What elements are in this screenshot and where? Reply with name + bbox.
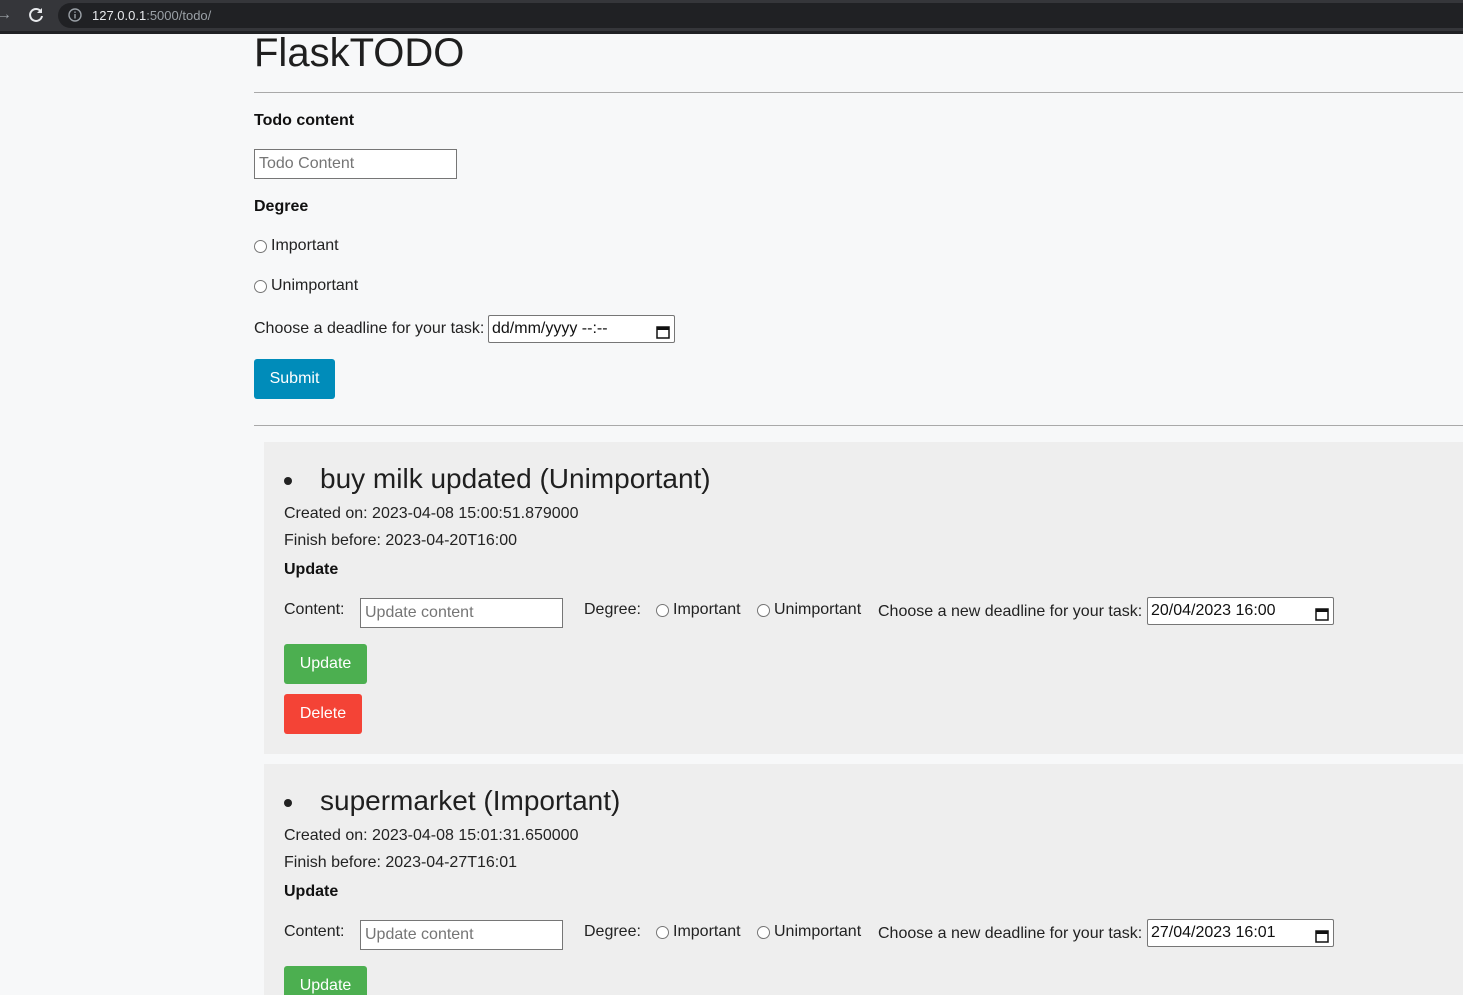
created-on: Created on: 2023-04-08 15:00:51.879000 [284,505,579,522]
update-content-input[interactable] [360,920,563,950]
important-radio-label: Important [673,923,741,940]
todo-title: buy milk updated (Unimportant) [320,463,711,494]
finish-before: Finish before: 2023-04-20T16:00 [284,532,518,549]
delete-button[interactable]: Delete [284,694,362,734]
degree-label: Degree: [584,923,641,940]
header-divider [254,92,1463,93]
form-divider [254,425,1463,426]
unimportant-radio-label: Unimportant [774,923,862,940]
update-heading: Update [284,561,339,578]
site-info-icon[interactable] [68,8,82,22]
browser-toolbar: → 127.0.0.1:5000/todo/ [0,0,1463,31]
deadline-input-value: dd/mm/yyyy --:-- [492,320,608,337]
important-radio[interactable] [656,603,669,617]
calendar-icon[interactable] [1315,604,1329,621]
new-deadline-input[interactable]: 27/04/2023 16:01 [1147,919,1334,947]
degree-option-important[interactable]: Important [656,601,741,619]
update-content-input[interactable] [360,598,563,628]
new-deadline-value: 27/04/2023 16:01 [1151,924,1276,941]
created-on: Created on: 2023-04-08 15:01:31.650000 [284,827,579,844]
calendar-icon[interactable] [656,322,670,339]
unimportant-radio[interactable] [254,279,267,293]
bullet-icon [284,799,292,807]
new-deadline-value: 20/04/2023 16:00 [1151,602,1276,619]
degree-option-unimportant[interactable]: Unimportant [757,601,861,619]
degree-label: Degree: [584,601,641,618]
degree-option-unimportant[interactable]: Unimportant [757,923,861,941]
todo-item-2: supermarket (Important) Created on: 2023… [264,764,1463,995]
important-radio-label: Important [271,237,339,254]
url-path: :5000/todo/ [146,8,212,23]
new-deadline-label: Choose a new deadline for your task: [878,603,1143,620]
new-deadline-label: Choose a new deadline for your task: [878,925,1143,942]
todo-content-input[interactable] [254,149,457,179]
toolbar-divider [0,31,1463,34]
deadline-input[interactable]: dd/mm/yyyy --:-- [488,315,675,343]
unimportant-radio[interactable] [757,603,770,617]
important-radio-label: Important [673,601,741,618]
degree-option-unimportant[interactable]: Unimportant [254,277,358,295]
important-radio[interactable] [656,925,669,939]
update-heading: Update [284,883,339,900]
url-host: 127.0.0.1 [92,8,147,23]
reload-icon[interactable] [26,5,46,25]
content-label: Content: [284,923,345,940]
content-label: Content: [284,601,345,618]
unimportant-radio[interactable] [757,925,770,939]
degree-option-important[interactable]: Important [656,923,741,941]
forward-arrow-icon[interactable]: → [0,6,14,24]
page-title: FlaskTODO [254,31,465,75]
new-deadline-input[interactable]: 20/04/2023 16:00 [1147,597,1334,625]
degree-option-important[interactable]: Important [254,237,339,255]
update-button[interactable]: Update [284,644,367,684]
degree-label: Degree [254,198,309,215]
address-bar[interactable]: 127.0.0.1:5000/todo/ [58,3,1463,28]
calendar-icon[interactable] [1315,926,1329,943]
important-radio[interactable] [254,239,267,253]
update-button[interactable]: Update [284,966,367,995]
bullet-icon [284,477,292,485]
todo-title: supermarket (Important) [320,785,621,816]
finish-before: Finish before: 2023-04-27T16:01 [284,854,518,871]
unimportant-radio-label: Unimportant [271,277,359,294]
url-text: 127.0.0.1:5000/todo/ [92,8,211,23]
unimportant-radio-label: Unimportant [774,601,862,618]
todo-content-label: Todo content [254,112,355,129]
submit-button[interactable]: Submit [254,359,335,399]
deadline-label: Choose a deadline for your task: [254,320,485,337]
todo-item-1: buy milk updated (Unimportant) Created o… [264,442,1463,754]
